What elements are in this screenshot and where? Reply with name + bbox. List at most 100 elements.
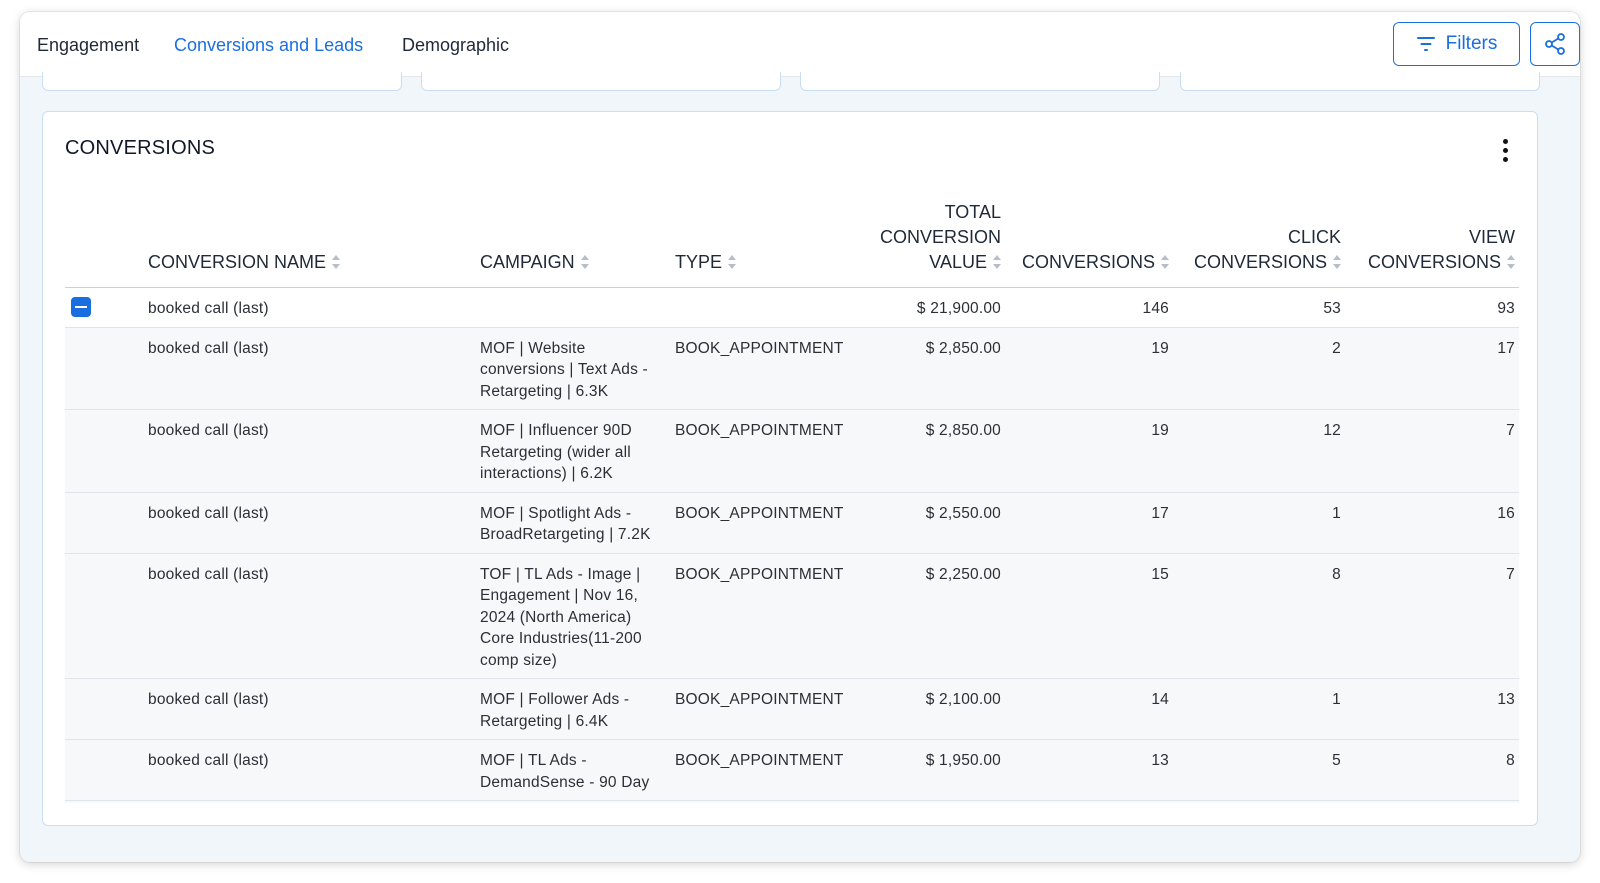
share-icon [1545,33,1565,55]
sort-icon[interactable] [1161,255,1169,270]
row-select-cell [65,327,148,410]
table-row[interactable]: booked call (last) MOF | Follower Ads - R… [65,678,1519,740]
header-total-conversion-value[interactable]: TOTAL CONVERSION VALUE [845,200,1005,288]
conversions-card: CONVERSIONS CONVERSION NAME CAMPAIGN TYP… [42,111,1538,826]
cell-type [675,287,845,328]
table-row-group[interactable]: booked call (last) $ 21,900.00 146 53 93 [65,287,1519,328]
cell-conversion-name: booked call (last) [148,409,480,493]
cell-conversion-name: booked call (last) [148,739,480,801]
tab-demographic[interactable]: Demographic [402,12,509,76]
cell-conversion-name: booked call (last) [148,492,480,554]
dashboard-window: Engagement Conversions and Leads Demogra… [20,12,1580,862]
cell-click-conversions: 53 [1173,287,1345,328]
cell-view-conversions: 16 [1345,492,1519,554]
sort-icon[interactable] [993,255,1001,270]
header-type[interactable]: TYPE [675,200,845,288]
header-conversion-name[interactable]: CONVERSION NAME [148,200,480,288]
cell-view-conversions: 7 [1345,553,1519,679]
cell-type: BOOK_APPOINTMENT [675,409,845,493]
summary-card-stub [42,72,402,91]
cell-campaign: MOF | TL Ads - DemandSense - 90 Day [480,739,675,801]
more-vertical-icon[interactable] [1495,136,1515,164]
summary-card-stub [800,72,1160,91]
cell-conversions: 14 [1005,678,1173,740]
table-row[interactable]: booked call (last) MOF | Spotlight Ads - … [65,492,1519,554]
header-view-conversions[interactable]: VIEW CONVERSIONS [1345,200,1519,288]
sort-icon[interactable] [1507,255,1515,270]
cell-click-conversions: 12 [1173,409,1345,493]
cell-conversion-name: booked call (last) [148,800,480,803]
cell-click-conversions: 1 [1173,678,1345,740]
cell-total-value: $ 2,550.00 [845,492,1005,554]
cell-click-conversions: 5 [1173,739,1345,801]
table-row[interactable]: booked call (last) MOF | Influencer 90D R… [65,409,1519,493]
row-select-cell [65,553,148,679]
cell-total-value: $ 2,250.00 [845,553,1005,679]
filters-button-label: Filters [1445,33,1498,54]
share-button[interactable] [1530,22,1580,66]
header-click-conversions[interactable]: CLICK CONVERSIONS [1173,200,1345,288]
sort-icon[interactable] [728,255,737,270]
cell-view-conversions: 13 [1345,678,1519,740]
sort-icon[interactable] [580,255,589,270]
table-row[interactable]: booked call (last)MOF | ENG | 90D TLBOOK… [65,800,1519,803]
cell-total-value: $ 1,950.00 [845,739,1005,801]
cell-campaign: MOF | Influencer 90D Retargeting (wider … [480,409,675,493]
cell-campaign: MOF | Follower Ads - Retargeting | 6.4K [480,678,675,740]
collapse-checkbox[interactable] [71,297,91,317]
header-select [65,200,148,288]
cell-type: BOOK_APPOINTMENT [675,553,845,679]
row-select-cell [65,492,148,554]
cell-type: BOOK_APPOINTMENT [675,678,845,740]
cell-conversions: 17 [1005,492,1173,554]
cell-campaign [480,287,675,328]
cell-campaign: MOF | ENG | 90D TL [480,800,675,803]
cell-conversions: 13 [1005,739,1173,801]
cell-view-conversions: 17 [1345,327,1519,410]
filters-button[interactable]: Filters [1393,22,1520,66]
summary-card-stub [421,72,781,91]
table-row[interactable]: booked call (last) MOF | Website conversi… [65,327,1519,410]
cell-click-conversions: 1 [1173,492,1345,554]
cell-conversion-name: booked call (last) [148,327,480,410]
row-select-cell [65,287,148,328]
cell-total-value: $ 2,100.00 [845,678,1005,740]
cell-conversion-name: booked call (last) [148,287,480,328]
sort-icon[interactable] [332,255,341,270]
cell-type: BOOK_APPOINTMENT [675,492,845,554]
conversions-table: CONVERSION NAME CAMPAIGN TYPE TOTAL CONVE… [65,200,1519,803]
filter-icon [1416,37,1435,51]
cell-conversions: 11 [1005,800,1173,803]
cell-campaign: TOF | TL Ads - Image | Engagement | Nov … [480,553,675,679]
cell-conversion-name: booked call (last) [148,553,480,679]
tab-engagement[interactable]: Engagement [37,12,139,76]
table-header-row: CONVERSION NAME CAMPAIGN TYPE TOTAL CONVE… [65,200,1519,288]
cell-view-conversions: 7 [1345,409,1519,493]
tab-bar: Engagement Conversions and Leads Demogra… [20,12,1580,77]
cell-total-value: $ 2,850.00 [845,327,1005,410]
header-conversions[interactable]: CONVERSIONS [1005,200,1173,288]
cell-type: BOOK_APPOINTMENT [675,327,845,410]
cell-view-conversions: 8 [1345,739,1519,801]
cell-campaign: MOF | Spotlight Ads - BroadRetargeting |… [480,492,675,554]
table-row[interactable]: booked call (last) TOF | TL Ads - Image |… [65,553,1519,679]
cell-conversion-name: booked call (last) [148,678,480,740]
cell-conversions: 146 [1005,287,1173,328]
cell-click-conversions: 5 [1173,800,1345,803]
cell-campaign: MOF | Website conversions | Text Ads - R… [480,327,675,410]
table-row[interactable]: booked call (last) MOF | TL Ads - DemandS… [65,739,1519,801]
cell-type: BOOK_APPOINTMENT [675,739,845,801]
sort-icon[interactable] [1333,255,1341,270]
conversions-table-container[interactable]: CONVERSION NAME CAMPAIGN TYPE TOTAL CONVE… [65,200,1519,803]
cell-total-value: $ 21,900.00 [845,287,1005,328]
header-campaign[interactable]: CAMPAIGN [480,200,675,288]
row-select-cell [65,739,148,801]
cell-type: BOOK_APPOINTMENT [675,800,845,803]
cell-conversions: 19 [1005,409,1173,493]
row-select-cell [65,800,148,803]
tab-conversions-and-leads[interactable]: Conversions and Leads [167,12,370,76]
cell-click-conversions: 8 [1173,553,1345,679]
row-select-cell [65,409,148,493]
cell-view-conversions: 93 [1345,287,1519,328]
cell-conversions: 19 [1005,327,1173,410]
